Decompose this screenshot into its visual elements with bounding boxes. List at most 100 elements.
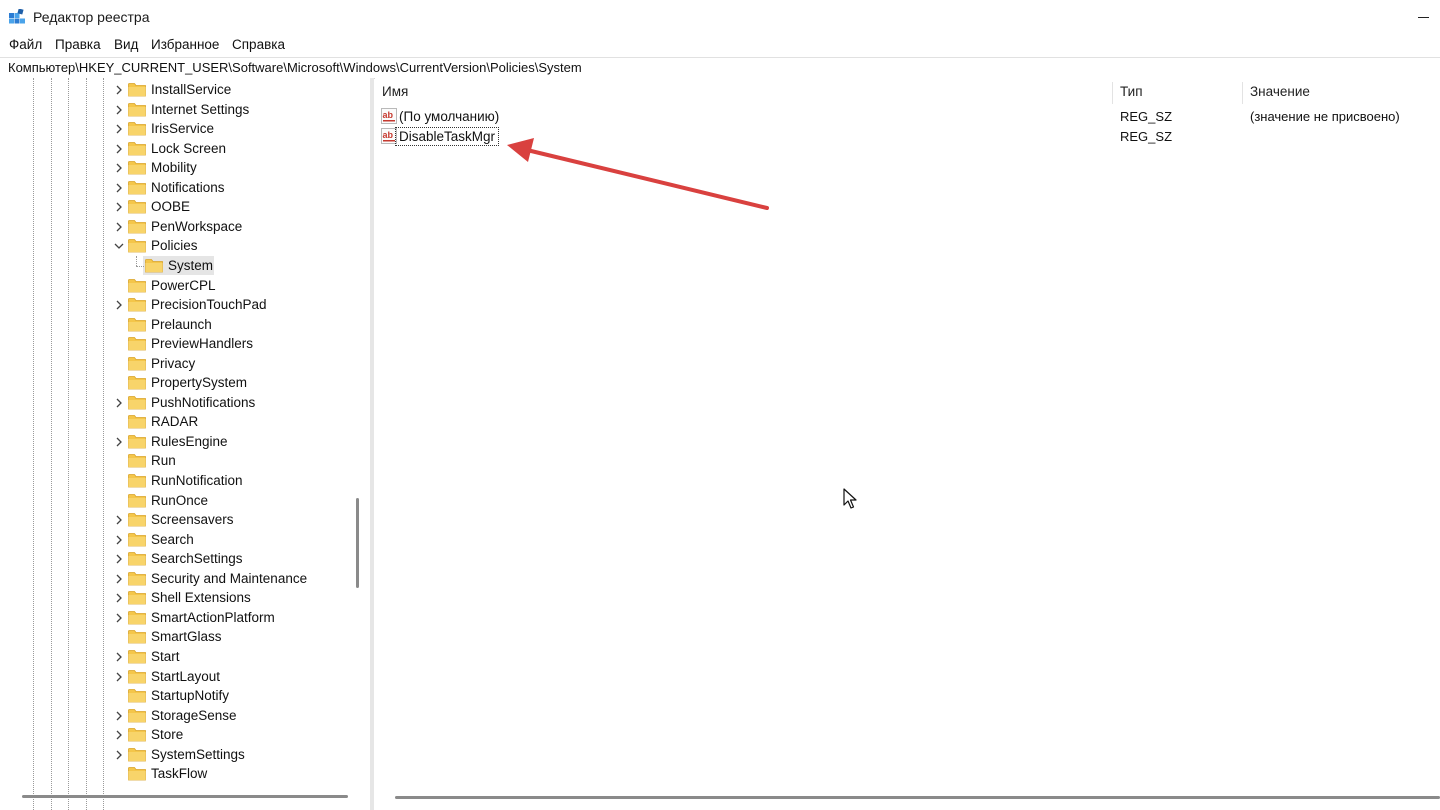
chevron-right-icon[interactable]	[112, 533, 126, 547]
chevron-right-icon[interactable]	[112, 650, 126, 664]
menu-edit[interactable]: Правка	[55, 37, 101, 52]
address-path[interactable]: Компьютер\HKEY_CURRENT_USER\Software\Mic…	[8, 60, 582, 75]
tree-item[interactable]: Shell Extensions	[0, 588, 350, 608]
tree-item[interactable]: Security and Maintenance	[0, 569, 350, 589]
tree-item[interactable]: PropertySystem	[0, 373, 350, 393]
folder-icon	[128, 571, 146, 586]
tree-item[interactable]: Policies	[0, 236, 350, 256]
tree-item[interactable]: Internet Settings	[0, 100, 350, 120]
chevron-right-icon[interactable]	[112, 181, 126, 195]
tree-item[interactable]: RulesEngine	[0, 432, 350, 452]
registry-value-row[interactable]: ab DisableTaskMgr REG_SZ	[375, 127, 1440, 147]
tree-item-label: SmartGlass	[151, 629, 222, 645]
chevron-down-icon[interactable]	[112, 239, 126, 253]
tree-item[interactable]: SearchSettings	[0, 549, 350, 569]
tree-item-label: Run	[151, 453, 176, 469]
tree-item[interactable]: PrecisionTouchPad	[0, 295, 350, 315]
column-header-data[interactable]: Значение	[1250, 84, 1310, 99]
tree-item-label: TaskFlow	[151, 766, 208, 782]
column-separator[interactable]	[1242, 82, 1243, 104]
tree-item[interactable]: PenWorkspace	[0, 217, 350, 237]
tree-item-label: PowerCPL	[151, 277, 216, 293]
tree-connector	[136, 265, 144, 267]
chevron-right-icon[interactable]	[112, 220, 126, 234]
folder-icon	[128, 122, 146, 136]
tree-item[interactable]: StartupNotify	[0, 686, 350, 706]
tree-item[interactable]: PowerCPL	[0, 276, 350, 296]
chevron-right-icon[interactable]	[112, 142, 126, 156]
chevron-right-icon[interactable]	[112, 572, 126, 586]
tree-item[interactable]: TaskFlow	[0, 764, 350, 784]
tree-item-label: Start	[151, 648, 180, 664]
tree-item[interactable]: InstallService	[0, 80, 350, 100]
tree-item-label: PushNotifications	[151, 394, 256, 410]
column-header-type[interactable]: Тип	[1120, 84, 1143, 99]
tree-item-label: PrecisionTouchPad	[151, 297, 267, 313]
folder-icon	[128, 474, 146, 488]
chevron-right-icon[interactable]	[112, 591, 126, 605]
chevron-right-icon[interactable]	[112, 103, 126, 117]
column-separator[interactable]	[1112, 82, 1113, 104]
chevron-right-icon[interactable]	[112, 728, 126, 742]
tree-item-label: StorageSense	[151, 707, 237, 723]
menu-file[interactable]: Файл	[9, 37, 42, 52]
chevron-right-icon[interactable]	[112, 122, 126, 136]
address-bar[interactable]: Компьютер\HKEY_CURRENT_USER\Software\Mic…	[0, 57, 1440, 79]
tree-item-label: PreviewHandlers	[151, 336, 254, 352]
tree-item[interactable]: StorageSense	[0, 706, 350, 726]
tree-item[interactable]: Mobility	[0, 158, 350, 178]
chevron-right-icon[interactable]	[112, 670, 126, 684]
registry-value-row[interactable]: ab (По умолчанию) REG_SZ (значение не пр…	[375, 107, 1440, 127]
chevron-right-icon[interactable]	[112, 83, 126, 97]
tree-item-label: IrisService	[151, 121, 215, 137]
menu-view[interactable]: Вид	[114, 37, 138, 52]
tree-item[interactable]: PreviewHandlers	[0, 334, 350, 354]
tree-horizontal-scrollbar[interactable]	[22, 795, 348, 798]
chevron-right-icon[interactable]	[112, 200, 126, 214]
tree-item[interactable]: System	[0, 255, 350, 276]
menu-favorites[interactable]: Избранное	[151, 37, 219, 52]
tree-item[interactable]: RunOnce	[0, 491, 350, 511]
tree-item[interactable]: Search	[0, 530, 350, 550]
chevron-right-icon[interactable]	[112, 298, 126, 312]
tree-item[interactable]: Screensavers	[0, 510, 350, 530]
key-tree-pane[interactable]: InstallService Internet Settings IrisServi…	[0, 78, 370, 810]
chevron-right-icon[interactable]	[112, 709, 126, 723]
tree-item[interactable]: Start	[0, 647, 350, 667]
chevron-right-icon[interactable]	[112, 552, 126, 566]
chevron-right-icon[interactable]	[112, 611, 126, 625]
tree-item[interactable]: Prelaunch	[0, 315, 350, 335]
tree-item[interactable]: SmartGlass	[0, 627, 350, 647]
tree-item-label: RunNotification	[151, 473, 243, 488]
tree-item[interactable]: Store	[0, 725, 350, 745]
tree-item-label: PropertySystem	[151, 375, 248, 391]
tree-item[interactable]: SystemSettings	[0, 745, 350, 765]
folder-icon	[128, 298, 146, 312]
value-type: REG_SZ	[1120, 129, 1173, 144]
tree-item[interactable]: Notifications	[0, 178, 350, 198]
tree-item[interactable]: IrisService	[0, 119, 350, 139]
chevron-right-icon[interactable]	[112, 161, 126, 175]
values-list-pane[interactable]: Имя Тип Значение ab (По умолчанию) REG_S…	[375, 78, 1440, 810]
window-title: Редактор реестра	[33, 9, 150, 25]
tree-item[interactable]: Privacy	[0, 354, 350, 374]
minimize-button[interactable]	[1408, 4, 1438, 30]
registry-editor-icon	[9, 9, 25, 24]
menu-help[interactable]: Справка	[232, 37, 285, 52]
tree-item[interactable]: Lock Screen	[0, 139, 350, 159]
tree-item[interactable]: RADAR	[0, 412, 350, 432]
pane-splitter[interactable]	[370, 78, 374, 810]
tree-item[interactable]: OOBE	[0, 197, 350, 217]
tree-item[interactable]: Run	[0, 451, 350, 471]
tree-item[interactable]: RunNotification	[0, 471, 350, 491]
list-horizontal-scrollbar[interactable]	[395, 796, 1440, 799]
tree-item[interactable]: StartLayout	[0, 667, 350, 687]
column-header-name[interactable]: Имя	[382, 84, 408, 99]
chevron-right-icon[interactable]	[112, 748, 126, 762]
tree-vertical-scrollbar[interactable]	[356, 498, 359, 588]
tree-item[interactable]: SmartActionPlatform	[0, 608, 350, 628]
chevron-right-icon[interactable]	[112, 513, 126, 527]
chevron-right-icon[interactable]	[112, 396, 126, 410]
chevron-right-icon[interactable]	[112, 435, 126, 449]
tree-item[interactable]: PushNotifications	[0, 393, 350, 413]
